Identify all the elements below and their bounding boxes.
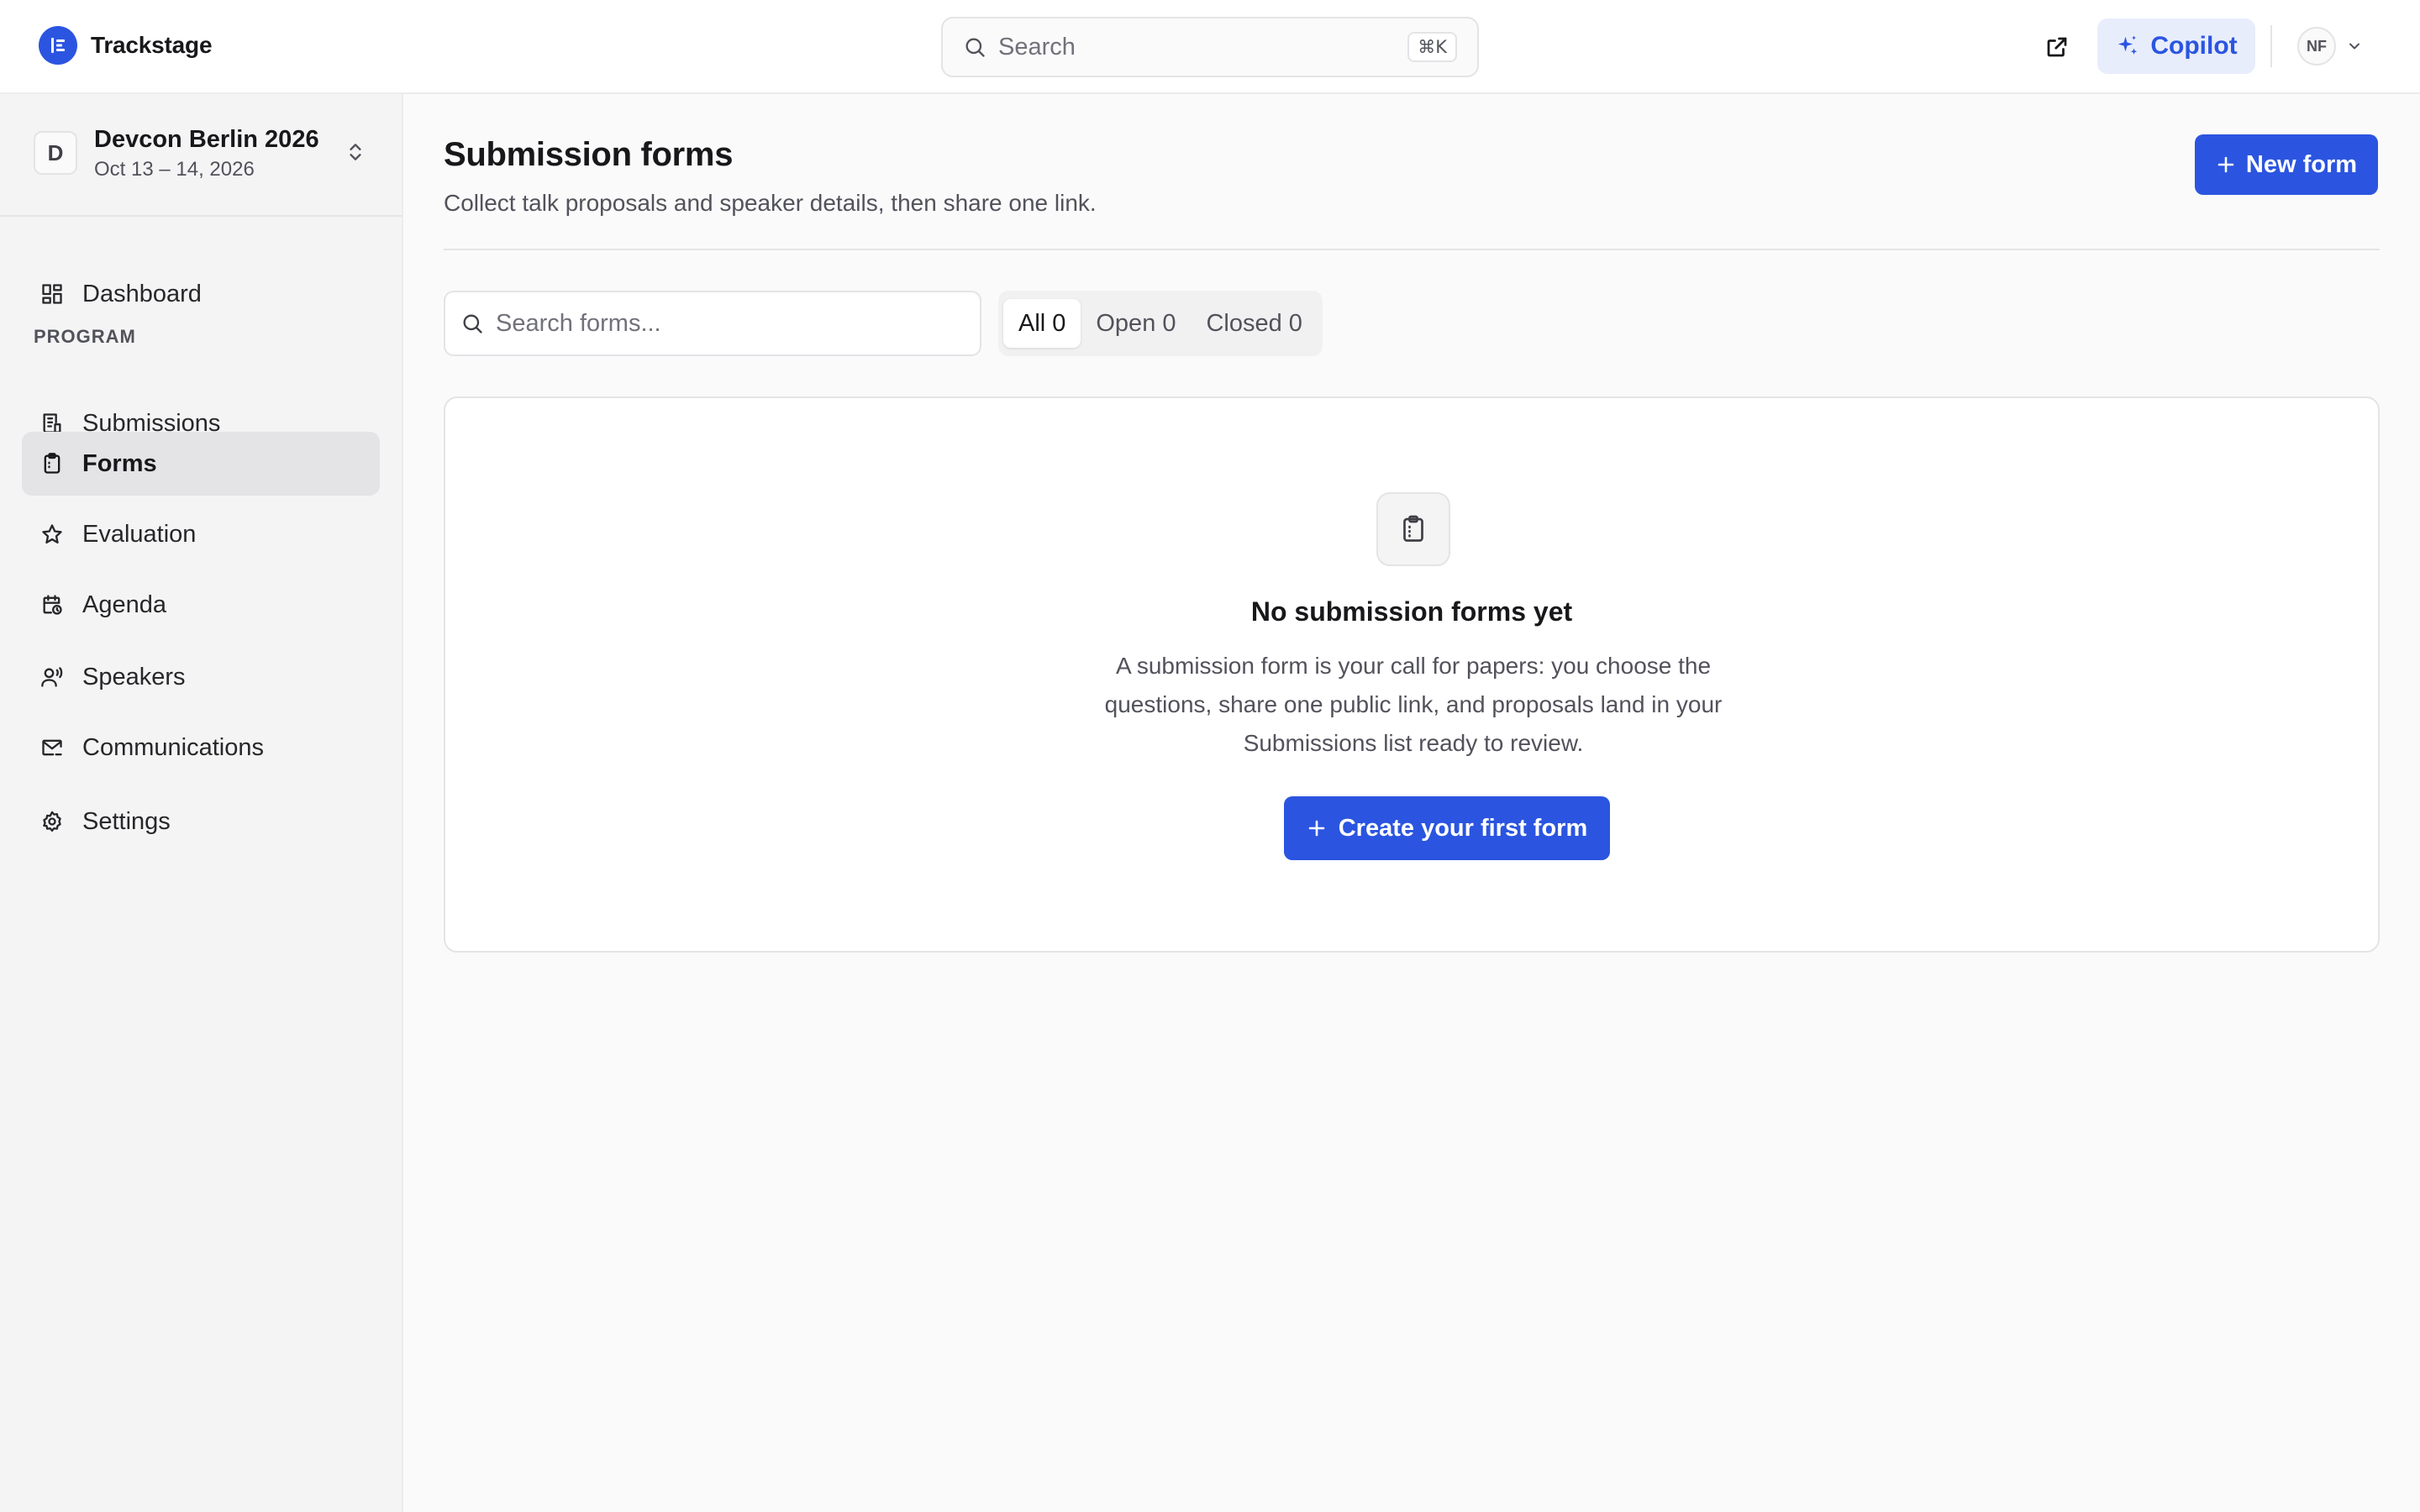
trackstage-logo-icon bbox=[39, 26, 77, 65]
search-icon bbox=[963, 35, 986, 59]
chevron-up-down-icon bbox=[345, 141, 366, 163]
tab-label: Closed bbox=[1206, 309, 1282, 337]
empty-state-card: No submission forms yet A submission for… bbox=[444, 396, 2380, 953]
topbar-divider bbox=[2270, 25, 2272, 67]
sidebar-item-label: Evaluation bbox=[82, 520, 197, 548]
create-first-form-label: Create your first form bbox=[1338, 814, 1588, 842]
sidebar: D Devcon Berlin 2026 Oct 13 – 14, 2026 D… bbox=[0, 94, 403, 1512]
speaker-icon bbox=[39, 664, 66, 690]
sidebar-item-label: Dashboard bbox=[82, 280, 202, 307]
copilot-button[interactable]: Copilot bbox=[2097, 18, 2255, 74]
app-name: Trackstage bbox=[91, 32, 213, 58]
sidebar-item-agenda[interactable]: Agenda bbox=[22, 573, 380, 637]
tab-closed[interactable]: Closed 0 bbox=[1191, 299, 1317, 348]
forms-search-input[interactable] bbox=[496, 309, 980, 338]
sidebar-item-dashboard[interactable]: Dashboard bbox=[22, 262, 380, 326]
copilot-label: Copilot bbox=[2150, 32, 2238, 60]
sidebar-item-speakers[interactable]: Speakers bbox=[22, 645, 380, 709]
user-menu[interactable]: NF bbox=[2297, 27, 2363, 66]
search-shortcut-badge: ⌘K bbox=[1407, 32, 1457, 62]
empty-state-description: A submission form is your call for paper… bbox=[1104, 653, 1723, 756]
global-search[interactable]: Search ⌘K bbox=[941, 17, 1479, 77]
sidebar-item-forms[interactable]: Forms bbox=[22, 432, 380, 496]
clipboard-icon bbox=[1376, 492, 1450, 566]
new-form-button[interactable]: New form bbox=[2195, 134, 2378, 195]
open-public-site-button[interactable] bbox=[2040, 30, 2074, 64]
sidebar-item-settings[interactable]: Settings bbox=[22, 790, 380, 853]
clipboard-icon bbox=[39, 450, 66, 477]
gear-icon bbox=[39, 808, 66, 835]
tab-open[interactable]: Open 0 bbox=[1081, 299, 1191, 348]
avatar: NF bbox=[2297, 27, 2336, 66]
tab-count: 0 bbox=[1162, 309, 1176, 337]
header-divider bbox=[444, 249, 2380, 250]
mail-icon bbox=[39, 734, 66, 761]
main-content: Submission forms Collect talk proposals … bbox=[403, 94, 2420, 1512]
tab-label: All bbox=[1018, 309, 1046, 337]
tab-all[interactable]: All 0 bbox=[1003, 299, 1081, 348]
tab-count: 0 bbox=[1052, 309, 1066, 337]
top-bar: Trackstage Search ⌘K Copilot NF bbox=[0, 0, 2420, 94]
sparkle-icon bbox=[2115, 34, 2140, 59]
event-badge: D bbox=[34, 131, 77, 175]
forms-search[interactable] bbox=[444, 291, 981, 356]
sidebar-item-communications[interactable]: Communications bbox=[22, 716, 380, 780]
page-title: Submission forms bbox=[444, 136, 734, 173]
status-filter-tabs: All 0 Open 0 Closed 0 bbox=[998, 291, 1323, 356]
star-icon bbox=[39, 521, 66, 548]
sidebar-item-label: Settings bbox=[82, 807, 171, 835]
page-subtitle: Collect talk proposals and speaker detai… bbox=[444, 190, 1097, 216]
calendar-clock-icon bbox=[39, 591, 66, 618]
dashboard-icon bbox=[39, 281, 66, 307]
external-link-icon bbox=[2044, 34, 2070, 60]
new-form-label: New form bbox=[2245, 150, 2358, 178]
empty-state-title: No submission forms yet bbox=[1250, 596, 1573, 627]
sidebar-section-program: PROGRAM bbox=[34, 326, 136, 347]
sidebar-item-evaluation[interactable]: Evaluation bbox=[22, 502, 380, 566]
event-dates: Oct 13 – 14, 2026 bbox=[94, 158, 255, 181]
sidebar-item-label: Communications bbox=[82, 733, 264, 761]
plus-icon bbox=[1307, 818, 1327, 838]
tab-label: Open bbox=[1096, 309, 1156, 337]
chevron-down-icon bbox=[2346, 38, 2363, 55]
event-switcher[interactable]: D Devcon Berlin 2026 Oct 13 – 14, 2026 bbox=[0, 94, 402, 217]
create-first-form-button[interactable]: Create your first form bbox=[1284, 796, 1610, 860]
sidebar-item-label: Speakers bbox=[82, 663, 186, 690]
global-search-placeholder: Search bbox=[998, 33, 1076, 60]
search-icon bbox=[460, 312, 484, 335]
plus-icon bbox=[2216, 155, 2236, 175]
sidebar-item-label: Forms bbox=[82, 449, 157, 477]
brand[interactable]: Trackstage bbox=[39, 25, 213, 66]
event-name: Devcon Berlin 2026 bbox=[94, 126, 319, 153]
sidebar-item-label: Agenda bbox=[82, 591, 166, 618]
tab-count: 0 bbox=[1288, 309, 1302, 337]
